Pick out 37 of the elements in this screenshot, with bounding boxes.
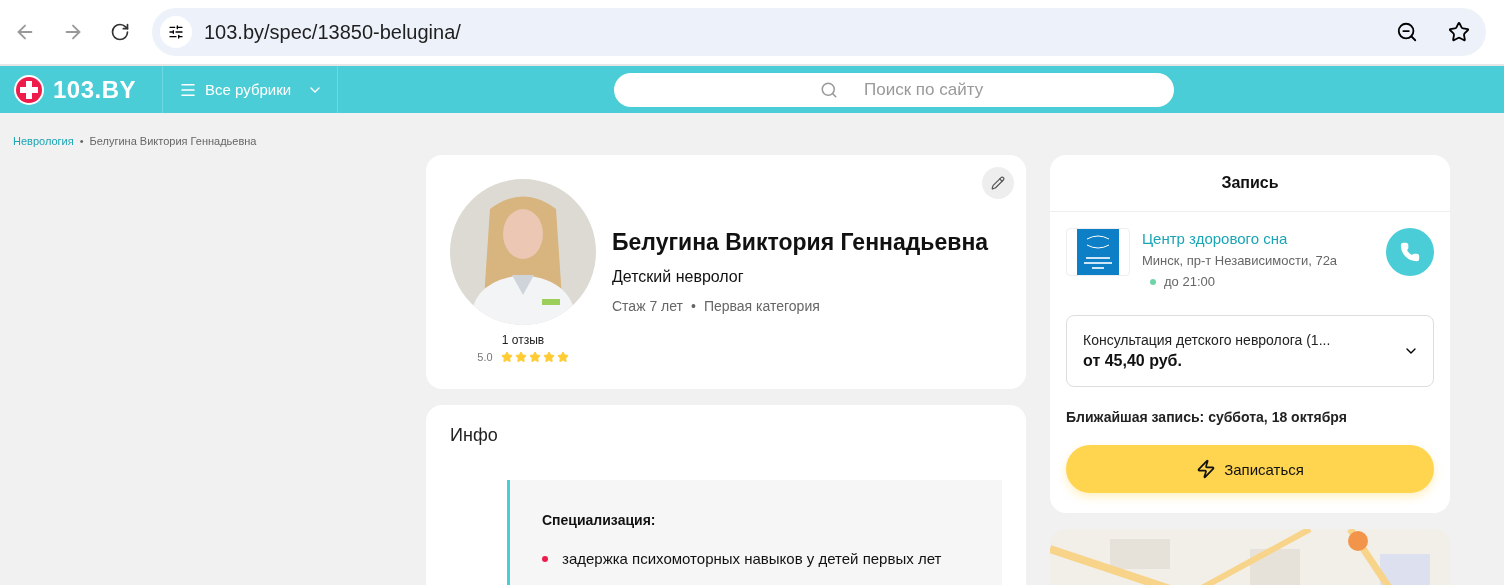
doctor-name: Белугина Виктория Геннадьевна: [612, 229, 989, 256]
medical-cross-icon: [13, 73, 45, 106]
edit-button[interactable]: [982, 167, 1014, 199]
separator-dot: •: [691, 298, 696, 314]
star-icon: [500, 351, 513, 363]
address-bar[interactable]: 103.by/spec/13850-belugina/: [152, 8, 1486, 56]
booking-title: Запись: [1050, 155, 1450, 212]
reviews-link[interactable]: 1 отзыв: [501, 333, 545, 347]
opening-hours: до 21:00: [1164, 274, 1215, 289]
star-icon: [514, 351, 527, 363]
site-settings-icon[interactable]: [160, 16, 192, 48]
search-icon: [819, 80, 838, 99]
doctor-specialty: Детский невролог: [612, 268, 745, 286]
section-title: Инфо: [450, 425, 499, 446]
pencil-icon: [991, 176, 1005, 190]
url-text: 103.by/spec/13850-belugina/: [204, 20, 462, 44]
breadcrumb-current: Белугина Виктория Геннадьевна: [89, 135, 257, 147]
lightning-icon: [1196, 459, 1217, 479]
specialization-item: задержка психомоторных навыков у детей первых лет: [562, 550, 942, 567]
doctor-detail: Первая категория: [703, 298, 820, 314]
bullet-icon: [542, 555, 548, 562]
sleeping-eye-icon: [1077, 229, 1119, 275]
book-button[interactable]: Записаться: [1066, 445, 1434, 493]
service-select[interactable]: Консультация детского невролога (1... от 45,40 руб.: [1066, 315, 1434, 387]
rating-value: 5.0: [477, 351, 493, 363]
zoom-out-icon[interactable]: [1396, 21, 1418, 43]
star-icon: [556, 351, 569, 363]
clinic-address: Минск, пр-т Независимости, 72а: [1142, 253, 1339, 268]
star-icon: [528, 351, 541, 363]
star-icon: [542, 351, 555, 363]
doctor-detail: Стаж 7 лет: [612, 298, 683, 314]
nearest-appointment: Ближайшая запись: суббота, 18 октября: [1066, 409, 1348, 425]
bookmark-star-icon[interactable]: [1448, 21, 1470, 43]
separator-dot: •: [79, 135, 84, 147]
specialization-title: Специализация:: [542, 512, 657, 528]
phone-icon: [1400, 242, 1420, 262]
search-field[interactable]: Поиск по сайту: [613, 72, 1174, 107]
